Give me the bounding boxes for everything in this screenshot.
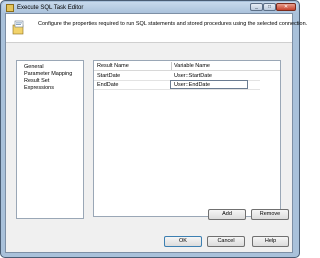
maximize-icon: □ bbox=[267, 4, 272, 10]
cancel-button-label: Cancel bbox=[217, 238, 235, 244]
minimize-button[interactable]: _ bbox=[250, 3, 263, 11]
dialog-body: Configure the properties required to run… bbox=[5, 13, 307, 253]
help-button[interactable]: Help bbox=[252, 236, 289, 247]
add-button[interactable]: Add bbox=[208, 209, 246, 220]
nav-item-expressions[interactable]: Expressions bbox=[24, 85, 54, 92]
add-button-label: Add bbox=[222, 211, 232, 217]
minimize-icon: _ bbox=[255, 4, 258, 10]
close-icon: ✕ bbox=[283, 4, 289, 10]
remove-button-label: Remove bbox=[259, 211, 281, 217]
ok-button[interactable]: OK bbox=[164, 236, 202, 247]
column-header-result-name[interactable]: Result Name bbox=[97, 62, 129, 70]
page-navigation-list: General Parameter Mapping Result Set Exp… bbox=[16, 60, 84, 219]
column-header-variable-name[interactable]: Variable Name bbox=[174, 62, 210, 70]
sql-task-icon bbox=[12, 20, 24, 35]
result-name-cell[interactable]: EndDate bbox=[97, 81, 118, 89]
cancel-button[interactable]: Cancel bbox=[207, 236, 245, 247]
row-divider bbox=[94, 89, 260, 90]
nav-item-parameter-mapping[interactable]: Parameter Mapping bbox=[24, 71, 72, 78]
column-separator bbox=[171, 62, 172, 70]
result-set-grid: Result Name Variable Name StartDate User… bbox=[93, 60, 281, 217]
window-title: Execute SQL Task Editor bbox=[17, 5, 84, 11]
variable-name-cell[interactable]: User::EndDate bbox=[174, 81, 210, 89]
task-editor-icon bbox=[6, 4, 14, 12]
nav-item-result-set[interactable]: Result Set bbox=[24, 78, 49, 85]
maximize-button[interactable]: □ bbox=[263, 3, 276, 11]
banner-description: Configure the properties required to run… bbox=[38, 21, 308, 27]
remove-button[interactable]: Remove bbox=[251, 209, 289, 220]
ok-button-label: OK bbox=[179, 238, 187, 244]
close-button[interactable]: ✕ bbox=[276, 3, 296, 11]
header-banner: Configure the properties required to run… bbox=[6, 14, 307, 43]
result-name-cell[interactable]: StartDate bbox=[97, 72, 120, 80]
variable-name-cell[interactable]: User::StartDate bbox=[174, 72, 212, 80]
help-button-label: Help bbox=[264, 238, 277, 244]
nav-item-general[interactable]: General bbox=[24, 64, 44, 71]
header-divider bbox=[94, 70, 280, 71]
